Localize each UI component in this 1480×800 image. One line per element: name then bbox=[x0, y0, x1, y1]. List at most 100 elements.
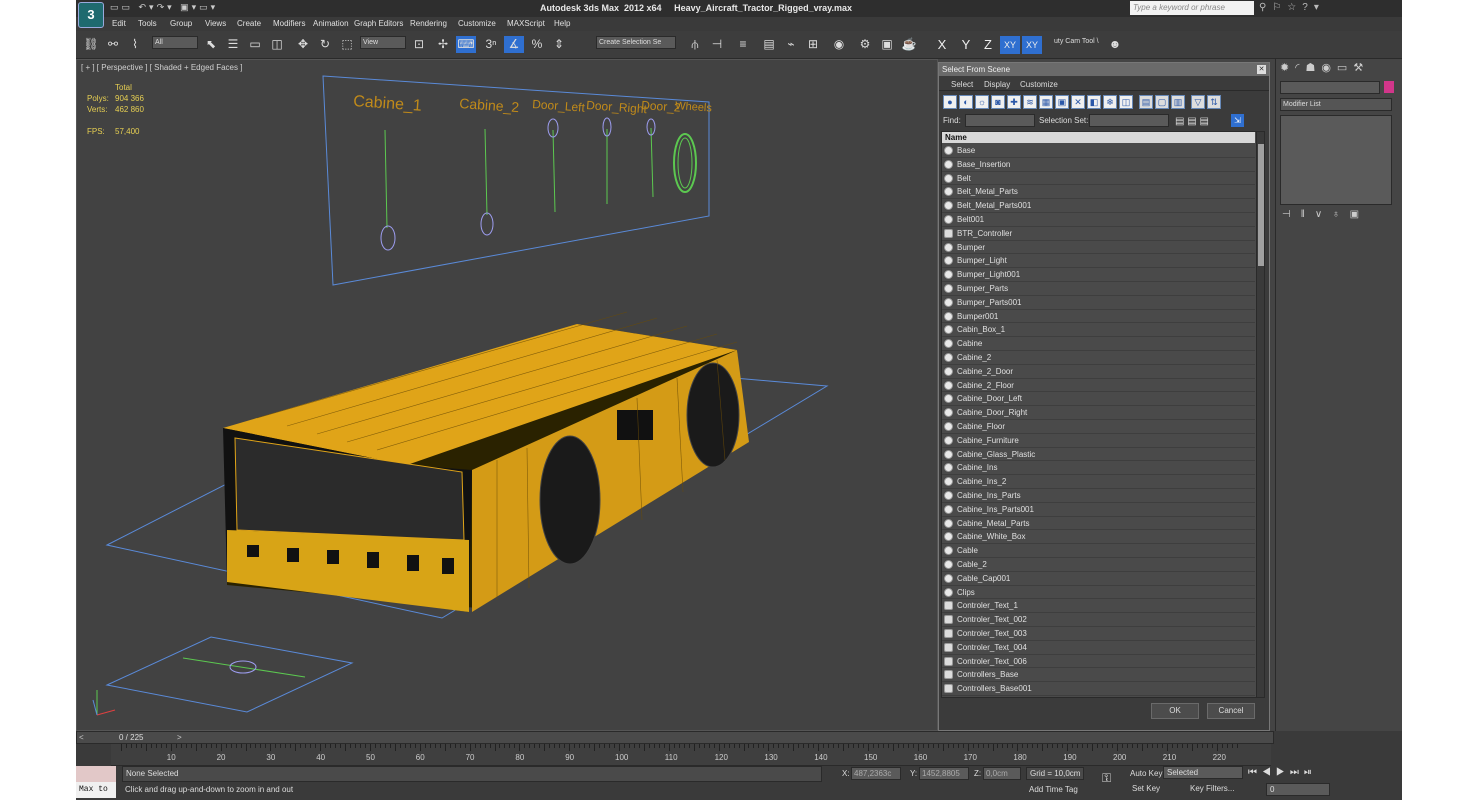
list-item[interactable]: Cabine_Door_Right bbox=[942, 406, 1255, 420]
command-panel-tabs[interactable]: ✹◜☗◉▭⚒ bbox=[1280, 61, 1369, 74]
menu-customize[interactable]: Customize bbox=[458, 19, 496, 28]
slider-knob-cabine-2[interactable] bbox=[480, 212, 494, 236]
xrefs-filter-icon[interactable]: ▣ bbox=[1055, 95, 1069, 109]
key-selection-dropdown[interactable]: Selected bbox=[1163, 766, 1243, 779]
list-item[interactable]: Cabin_Box_1 bbox=[942, 323, 1255, 338]
object-name-field[interactable] bbox=[1280, 81, 1380, 94]
list-item[interactable]: Cabine_2 bbox=[942, 351, 1255, 365]
selection-filter-dropdown[interactable]: All bbox=[152, 36, 198, 49]
menu-create[interactable]: Create bbox=[237, 19, 261, 28]
constrain-y-button[interactable]: Y bbox=[956, 36, 976, 54]
y-coordinate-field[interactable]: 1452,8805 bbox=[919, 767, 969, 780]
snaps-toggle-icon[interactable]: 3ⁿ bbox=[482, 36, 500, 53]
maxscript-mini-input[interactable]: Max to bbox=[76, 782, 116, 798]
list-item[interactable]: Base bbox=[942, 144, 1255, 158]
named-selection-set-dropdown[interactable]: Create Selection Se bbox=[596, 36, 676, 49]
list-item[interactable]: Cabine_Metal_Parts bbox=[942, 517, 1255, 531]
object-color-swatch[interactable] bbox=[1384, 81, 1394, 93]
z-coordinate-field[interactable]: 0,0cm bbox=[983, 767, 1021, 780]
help-search-input[interactable]: Type a keyword or phrase bbox=[1130, 1, 1254, 15]
menu-edit[interactable]: Edit bbox=[112, 19, 126, 28]
dialog-close-icon[interactable]: ✕ bbox=[1257, 65, 1266, 74]
list-item[interactable]: Bumper_Light bbox=[942, 254, 1255, 269]
list-item[interactable]: Bumper bbox=[942, 241, 1255, 255]
quick-access-toolbar[interactable]: ▭▭ ↶▾↷▾ ▣▾▭▾ bbox=[110, 2, 218, 13]
list-item[interactable]: Clips bbox=[942, 586, 1255, 600]
sort-icon[interactable]: ⇅ bbox=[1207, 95, 1221, 109]
menu-tools[interactable]: Tools bbox=[138, 19, 157, 28]
bind-space-warp-icon[interactable]: ⌇ bbox=[126, 36, 144, 53]
infocenter-icons[interactable]: ⚲⚐☆?▾ bbox=[1259, 2, 1325, 13]
scale-icon[interactable]: ⬚ bbox=[338, 36, 356, 53]
list-item[interactable]: Cabine_2_Floor bbox=[942, 379, 1255, 393]
key-mode-icon[interactable]: ⚿ bbox=[1102, 771, 1111, 786]
cancel-button[interactable]: Cancel bbox=[1207, 703, 1255, 719]
sync-selection-icon[interactable]: ⇲ bbox=[1231, 114, 1244, 127]
window-crossing-icon[interactable]: ◫ bbox=[268, 36, 286, 53]
shapes-filter-icon[interactable]: ◐ bbox=[959, 95, 973, 109]
display-invert-icon[interactable]: ▥ bbox=[1171, 95, 1185, 109]
link-icon[interactable]: ⛓ bbox=[82, 36, 100, 53]
list-item[interactable]: Controler_Text_1 bbox=[942, 599, 1255, 614]
keyboard-shortcut-override-icon[interactable]: ⌨ bbox=[456, 36, 476, 53]
align-icon[interactable]: ⊣ bbox=[708, 36, 726, 53]
track-bar[interactable]: 10 20 30 40 50 60 70 80 90 100 110 120 130 140 150 160 1… bbox=[111, 744, 1271, 766]
menu-views[interactable]: Views bbox=[205, 19, 226, 28]
select-by-name-icon[interactable]: ☰ bbox=[224, 36, 242, 53]
list-item[interactable]: Cabine bbox=[942, 337, 1255, 351]
list-item[interactable]: Cabine_Ins_2 bbox=[942, 475, 1255, 489]
display-none-icon[interactable]: ▢ bbox=[1155, 95, 1169, 109]
list-item[interactable]: Cabine_Ins bbox=[942, 461, 1255, 476]
dialog-menu-display[interactable]: Display bbox=[984, 80, 1010, 89]
angle-snap-icon[interactable]: ∡ bbox=[504, 36, 524, 53]
rotate-icon[interactable]: ↻ bbox=[316, 36, 334, 53]
list-item[interactable]: Controler_Text_002 bbox=[942, 613, 1255, 627]
cam-tool-label[interactable]: uty Cam Tool \ bbox=[1052, 36, 1102, 49]
containers-filter-icon[interactable]: ◧ bbox=[1087, 95, 1101, 109]
key-filters-button[interactable]: Key Filters... bbox=[1190, 784, 1234, 793]
constrain-xy-plane-button[interactable]: XY bbox=[1022, 36, 1042, 54]
maxscript-listener-mini[interactable] bbox=[76, 766, 116, 782]
name-column-header[interactable]: Name bbox=[942, 132, 1255, 143]
list-item[interactable]: Cable_Cap001 bbox=[942, 572, 1255, 586]
list-item[interactable]: Cabine_Floor bbox=[942, 420, 1255, 434]
graphite-toggle-icon[interactable]: ▤ bbox=[760, 36, 778, 53]
list-item[interactable]: Belt_Metal_Parts001 bbox=[942, 199, 1255, 213]
move-icon[interactable]: ✥ bbox=[294, 36, 312, 53]
selection-set-dropdown[interactable] bbox=[1089, 114, 1169, 127]
list-item[interactable]: Belt001 bbox=[942, 213, 1255, 227]
list-item[interactable]: Controler_Text_006 bbox=[942, 655, 1255, 669]
mirror-icon[interactable]: ⫛ bbox=[686, 36, 704, 53]
wheels-dial[interactable] bbox=[673, 133, 697, 193]
add-time-tag[interactable]: Add Time Tag bbox=[1026, 783, 1078, 797]
display-all-icon[interactable]: ▤ bbox=[1139, 95, 1153, 109]
constrain-xy-button[interactable]: XY bbox=[1000, 36, 1020, 54]
list-item[interactable]: Controler_Text_004 bbox=[942, 641, 1255, 655]
slider-prev-icon[interactable]: < bbox=[79, 733, 84, 742]
list-item[interactable]: Bumper_Light001 bbox=[942, 268, 1255, 282]
unlink-icon[interactable]: ⚯ bbox=[104, 36, 122, 53]
list-item[interactable]: Cabine_Ins_Parts bbox=[942, 489, 1255, 503]
playback-controls[interactable]: ⏮◀▶⏭⏯ bbox=[1248, 767, 1317, 778]
selection-set-tools-icons[interactable]: ▤ ▤ ▤ bbox=[1175, 116, 1209, 127]
list-item[interactable]: Cabine_Glass_Plastic bbox=[942, 448, 1255, 462]
list-item[interactable]: Controllers_Base001 bbox=[942, 682, 1255, 696]
rectangular-selection-icon[interactable]: ▭ bbox=[246, 36, 264, 53]
modifier-stack-tools[interactable]: ⊣‖∨♁▣ bbox=[1282, 209, 1369, 220]
dialog-menu-customize[interactable]: Customize bbox=[1020, 80, 1058, 89]
constrain-x-button[interactable]: X bbox=[932, 36, 952, 54]
select-object-icon[interactable]: ⬉ bbox=[202, 36, 220, 53]
schematic-view-icon[interactable]: ⊞ bbox=[804, 36, 822, 53]
cameras-filter-icon[interactable]: ◙ bbox=[991, 95, 1005, 109]
slider-next-icon[interactable]: > bbox=[177, 733, 182, 742]
menu-rendering[interactable]: Rendering bbox=[410, 19, 447, 28]
list-item[interactable]: Cabine_Ins_Parts001 bbox=[942, 503, 1255, 517]
app-logo-icon[interactable]: 3 bbox=[78, 2, 104, 28]
curve-editor-icon[interactable]: ⌁ bbox=[782, 36, 800, 53]
cam-tool-icon[interactable]: ☻ bbox=[1106, 36, 1124, 53]
list-scrollbar-thumb[interactable] bbox=[1258, 144, 1264, 266]
list-scrollbar[interactable] bbox=[1256, 132, 1264, 697]
helpers-filter-icon[interactable]: ✚ bbox=[1007, 95, 1021, 109]
list-item[interactable]: Bumper_Parts bbox=[942, 282, 1255, 296]
list-item[interactable]: Bumper_Parts001 bbox=[942, 296, 1255, 310]
